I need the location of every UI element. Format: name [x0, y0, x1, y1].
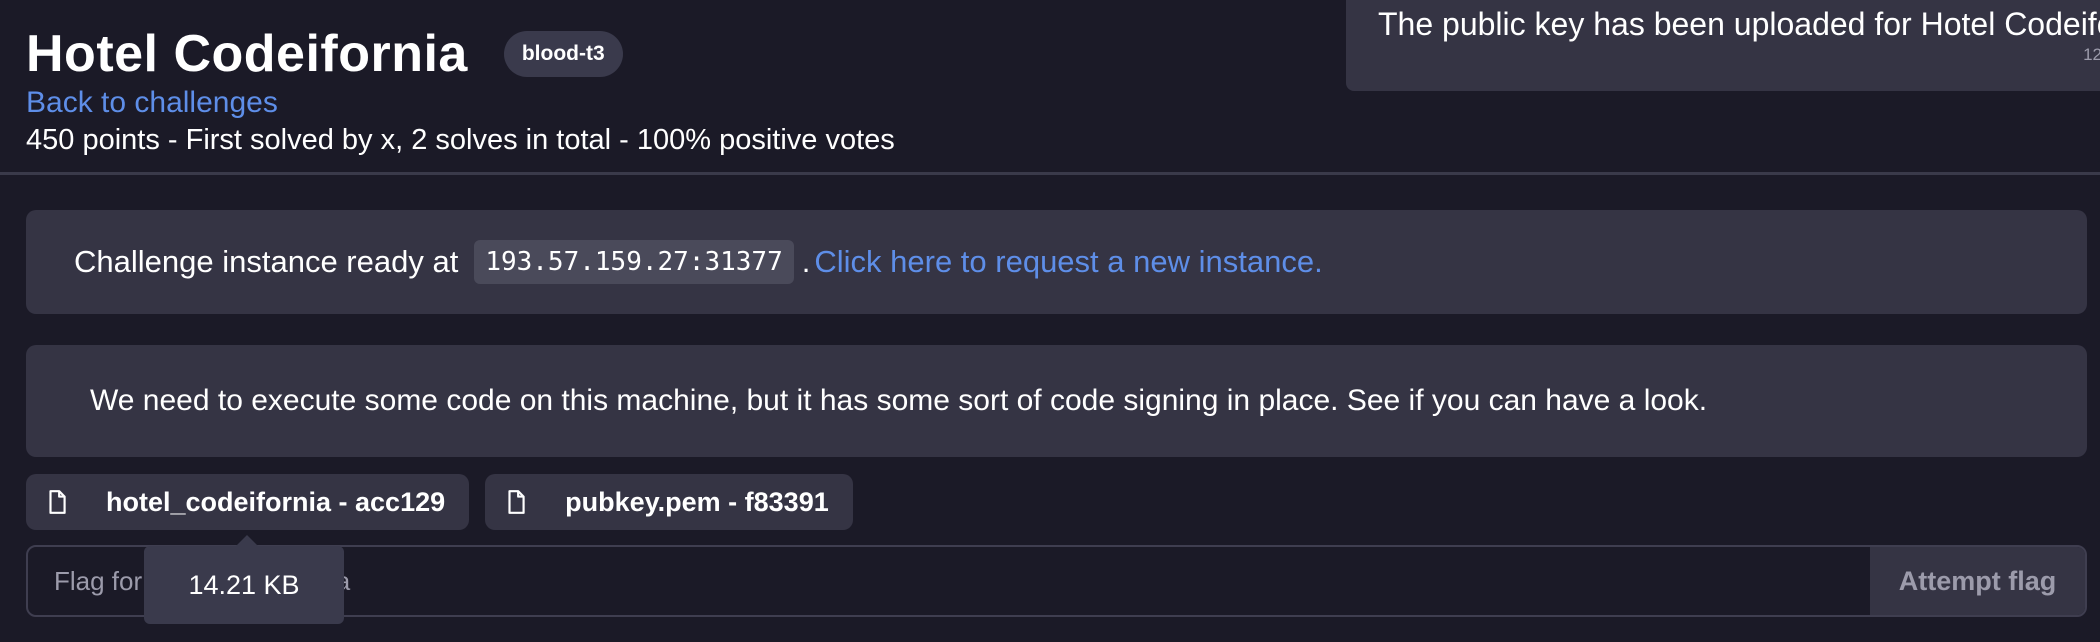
file-download-pubkey[interactable]: pubkey.pem - f83391 — [485, 474, 853, 530]
title-row: Hotel Codeifornia blood-t3 — [26, 18, 895, 90]
file-label: hotel_codeifornia - acc129 — [106, 486, 446, 517]
back-to-challenges-link[interactable]: Back to challenges — [26, 86, 895, 120]
description-panel: We need to execute some code on this mac… — [26, 345, 2087, 457]
attempt-flag-button[interactable]: Attempt flag — [1870, 547, 2085, 615]
page-title: Hotel Codeifornia — [26, 25, 468, 83]
challenge-meta-text: 450 points - First solved by x, 2 solves… — [26, 124, 895, 156]
file-list: hotel_codeifornia - acc129 pubkey.pem - … — [26, 474, 869, 530]
instance-address: 193.57.159.27:31377 — [474, 240, 794, 284]
challenge-description: We need to execute some code on this mac… — [90, 384, 1708, 417]
challenge-tag-badge: blood-t3 — [503, 31, 623, 77]
file-label: pubkey.pem - f83391 — [565, 486, 829, 517]
file-icon — [44, 489, 70, 515]
toast-message: The public key has been uploaded for Hot… — [1378, 6, 2100, 42]
instance-ready-text: Challenge instance ready at — [74, 244, 459, 279]
challenge-header: Hotel Codeifornia blood-t3 Back to chall… — [26, 18, 895, 157]
instance-panel: Challenge instance ready at 193.57.159.2… — [26, 210, 2087, 314]
file-size-tooltip: 14.21 KB — [144, 546, 344, 624]
instance-separator: . — [801, 244, 811, 279]
header-divider — [0, 172, 2100, 175]
file-icon — [503, 489, 529, 515]
request-new-instance-link[interactable]: Click here to request a new instance. — [814, 244, 1322, 280]
toast-timestamp: 12 — [2083, 45, 2100, 64]
tooltip-arrow — [236, 535, 258, 546]
notification-toast[interactable]: The public key has been uploaded for Hot… — [1346, 0, 2100, 91]
file-download-hotel-codeifornia[interactable]: hotel_codeifornia - acc129 — [26, 474, 470, 530]
